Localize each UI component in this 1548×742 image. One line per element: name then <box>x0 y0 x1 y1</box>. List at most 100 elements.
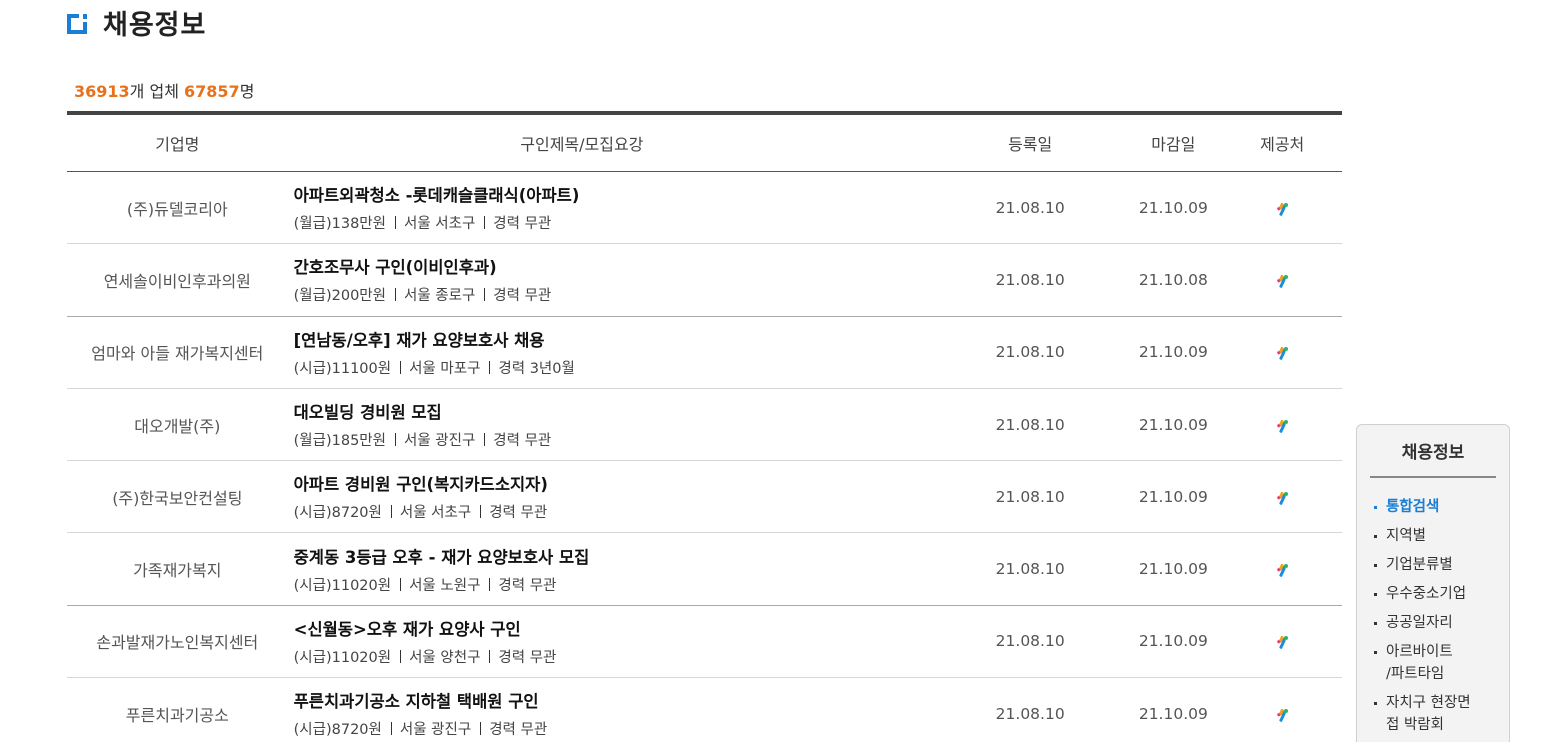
job-career: 경력 3년0월 <box>498 360 575 377</box>
meta-separator <box>484 216 486 230</box>
company-name[interactable]: 가족재가복지 <box>67 557 288 581</box>
job-title-link[interactable]: 중계동 3등급 오후 - 재가 요양보호사 모집 <box>294 544 876 568</box>
job-career: 경력 무관 <box>498 649 557 666</box>
provider-cell <box>1222 489 1342 505</box>
registered-date: 21.08.10 <box>995 704 1065 723</box>
job-details: (월급)200만원 서울 종로구 경력 무관 <box>294 284 876 305</box>
sidebar-item-label: 아르바이트 /파트타임 <box>1386 644 1453 682</box>
bullet-icon <box>1374 506 1377 509</box>
deadline-date: 21.10.08 <box>1138 270 1208 289</box>
sidebar-item-label: 공공일자리 <box>1386 615 1453 631</box>
job-title-link[interactable]: 푸른치과기공소 지하철 택배원 구인 <box>294 688 876 712</box>
person-count: 67857 <box>184 82 240 101</box>
provider-cell <box>1222 633 1342 650</box>
job-table: 기업명 구인제목/모집요강 등록일 마감일 제공처 (주)듀델코리아 아파트외곽… <box>67 111 1342 742</box>
bullet-icon <box>1374 651 1377 654</box>
worknet-logo-icon[interactable] <box>1274 344 1290 361</box>
worknet-logo-icon[interactable] <box>1274 489 1290 505</box>
worknet-logo-icon[interactable] <box>1274 200 1290 216</box>
company-count: 36913 <box>74 82 130 101</box>
worknet-logo-icon[interactable] <box>1274 417 1290 433</box>
company-name[interactable]: 푸른치과기공소 <box>67 702 288 726</box>
job-location: 서울 종로구 <box>403 288 476 305</box>
job-location: 서울 마포구 <box>409 360 481 377</box>
sidebar-item[interactable]: 통합검색 <box>1372 496 1509 518</box>
table-row: 손과발재가노인복지센터 <신월동>오후 재가 요양사 구인 (시급)11020원… <box>67 606 1342 679</box>
company-name[interactable]: (주)한국보안컨설팅 <box>67 485 288 509</box>
registered-date: 21.08.10 <box>995 632 1065 651</box>
worknet-logo-icon[interactable] <box>1274 272 1290 289</box>
column-provider: 제공처 <box>1260 135 1305 154</box>
worknet-logo-icon[interactable] <box>1274 633 1290 650</box>
job-pay: (시급)11020원 <box>293 577 392 594</box>
sidebar-item[interactable]: 지역별 <box>1372 525 1509 547</box>
deadline-date: 21.10.09 <box>1138 198 1208 217</box>
job-details: (시급)8720원 서울 광진구 경력 무관 <box>294 718 876 739</box>
table-row: 대오개발(주) 대오빌딩 경비원 모집 (월급)185만원 서울 광진구 경력 무관… <box>67 389 1342 462</box>
bullet-icon <box>1374 622 1377 625</box>
meta-separator <box>394 433 396 447</box>
meta-separator <box>489 577 491 591</box>
job-posting: 간호조무사 구인(이비인후과) (월급)200만원 서울 종로구 경력 무관 <box>288 254 876 305</box>
registered-date: 21.08.10 <box>995 198 1065 217</box>
job-title-link[interactable]: 아파트 경비원 구인(복지카드소지자) <box>294 471 876 495</box>
sidebar-item[interactable]: 기업분류별 <box>1372 554 1509 576</box>
table-row: (주)한국보안컨설팅 아파트 경비원 구인(복지카드소지자) (시급)8720원… <box>67 461 1342 534</box>
job-location: 서울 서초구 <box>403 216 476 233</box>
job-posting: 대오빌딩 경비원 모집 (월급)185만원 서울 광진구 경력 무관 <box>288 399 876 450</box>
deadline-date: 21.10.09 <box>1138 487 1208 506</box>
company-name[interactable]: 연세솔이비인후과의원 <box>67 268 288 292</box>
job-pay: (시급)8720원 <box>293 505 382 522</box>
job-pay: (월급)185만원 <box>293 433 386 450</box>
sidebar-item[interactable]: 우수중소기업 <box>1372 583 1509 605</box>
job-title-link[interactable]: <신월동>오후 재가 요양사 구인 <box>294 616 876 640</box>
job-details: (월급)185만원 서울 광진구 경력 무관 <box>294 429 876 450</box>
sidebar-list: 통합검색지역별기업분류별우수중소기업공공일자리아르바이트 /파트타임자치구 현장… <box>1357 496 1509 736</box>
worknet-logo-icon[interactable] <box>1274 561 1290 578</box>
job-pay: (월급)138만원 <box>293 216 386 233</box>
bullet-icon <box>1374 535 1377 538</box>
job-details: (시급)8720원 서울 서초구 경력 무관 <box>294 501 876 522</box>
provider-cell <box>1222 706 1342 722</box>
provider-cell <box>1222 200 1342 216</box>
table-row: (주)듀델코리아 아파트외곽청소 -롯데캐슬클래식(아파트) (월급)138만원… <box>67 172 1342 245</box>
job-title-link[interactable]: 아파트외곽청소 -롯데캐슬클래식(아파트) <box>294 182 876 206</box>
job-career: 경력 무관 <box>493 288 552 305</box>
worknet-logo-icon[interactable] <box>1274 706 1290 722</box>
sidebar-menu: 채용정보 통합검색 지역별 기업분류별 우수중소기업 공공일자리 아르바이트 /파트타임 자… <box>1356 424 1510 742</box>
deadline-date: 21.10.09 <box>1138 415 1208 434</box>
job-location: 서울 광진구 <box>403 433 476 450</box>
company-name[interactable]: 손과발재가노인복지센터 <box>67 629 288 653</box>
bullet-icon <box>1374 593 1377 596</box>
job-location: 서울 노원구 <box>409 577 481 594</box>
provider-cell <box>1222 344 1342 361</box>
table-row: 가족재가복지 중계동 3등급 오후 - 재가 요양보호사 모집 (시급)1102… <box>67 533 1342 606</box>
deadline-date: 21.10.09 <box>1138 343 1208 362</box>
sidebar-item[interactable]: 자치구 현장면 접 박람회 <box>1372 692 1509 736</box>
table-header: 기업명 구인제목/모집요강 등록일 마감일 제공처 <box>67 115 1342 172</box>
meta-separator <box>394 216 396 230</box>
job-posting: [연남동/오후] 재가 요양보호사 채용 (시급)11100원 서울 마포구 경력 … <box>288 327 876 378</box>
job-details: (시급)11020원 서울 양천구 경력 무관 <box>294 646 876 667</box>
company-name[interactable]: (주)듀델코리아 <box>67 196 288 220</box>
column-deadline: 마감일 <box>1151 135 1196 154</box>
job-title-link[interactable]: [연남동/오후] 재가 요양보호사 채용 <box>294 327 876 351</box>
meta-separator <box>400 577 402 591</box>
job-title-link[interactable]: 대오빌딩 경비원 모집 <box>294 399 876 423</box>
deadline-date: 21.10.09 <box>1138 704 1208 723</box>
job-posting: 중계동 3등급 오후 - 재가 요양보호사 모집 (시급)11020원 서울 노원… <box>288 544 876 595</box>
sidebar-divider <box>1370 476 1496 478</box>
job-title-link[interactable]: 간호조무사 구인(이비인후과) <box>294 254 876 278</box>
registered-date: 21.08.10 <box>995 487 1065 506</box>
job-location: 서울 양천구 <box>409 649 481 666</box>
person-count-suffix: 명 <box>239 82 255 101</box>
company-name[interactable]: 대오개발(주) <box>67 413 288 437</box>
registered-date: 21.08.10 <box>995 270 1065 289</box>
sidebar-item[interactable]: 공공일자리 <box>1372 612 1509 634</box>
job-pay: (시급)11100원 <box>293 360 392 377</box>
column-registered: 등록일 <box>1008 135 1053 154</box>
meta-separator <box>484 288 486 302</box>
deadline-date: 21.10.09 <box>1138 632 1208 651</box>
company-name[interactable]: 엄마와 아들 재가복지센터 <box>67 340 288 364</box>
sidebar-item[interactable]: 아르바이트 /파트타임 <box>1372 641 1509 685</box>
